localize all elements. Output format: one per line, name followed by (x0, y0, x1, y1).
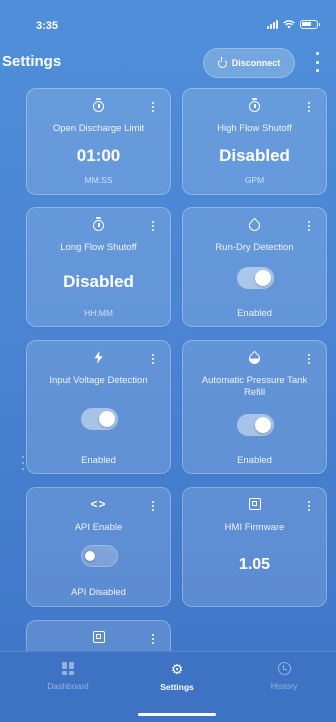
card-value: Disabled (219, 146, 290, 165)
nav-dashboard[interactable]: Dashboard (18, 662, 118, 691)
card-unit: HH:MM (84, 308, 113, 318)
chip-icon (183, 496, 326, 512)
card-title: Run-Dry Detection (215, 242, 294, 253)
history-icon (277, 662, 291, 675)
card-open-discharge-limit[interactable]: Open Discharge Limit 01:00 MM:SS (26, 88, 171, 195)
bottom-navigation: Dashboard ⚙ Settings History (0, 651, 336, 722)
card-title: Automatic Pressure Tank Refill (201, 375, 308, 398)
scroll-handle[interactable] (22, 456, 24, 470)
card-input-voltage-detection[interactable]: Input Voltage Detection Enabled (26, 340, 171, 474)
card-menu-icon[interactable] (307, 501, 311, 511)
disconnect-label: Disconnect (231, 58, 281, 68)
card-menu-icon[interactable] (151, 221, 155, 231)
more-options-icon[interactable] (313, 52, 321, 72)
stopwatch-icon (27, 216, 170, 232)
stopwatch-icon (183, 97, 326, 113)
card-value: Disabled (63, 272, 134, 291)
page-title: Settings (2, 53, 62, 70)
half-drop-icon (183, 349, 326, 366)
card-menu-icon[interactable] (151, 354, 155, 364)
card-menu-icon[interactable] (151, 102, 155, 112)
nav-label: History (270, 681, 298, 691)
stopwatch-icon (27, 97, 170, 113)
card-hmi-firmware[interactable]: HMI Firmware 1.05 (182, 487, 327, 607)
status-bar: 3:35 (0, 0, 336, 44)
automatic-pressure-tank-refill-toggle[interactable] (237, 414, 274, 436)
card-high-flow-shutoff[interactable]: High Flow Shutoff Disabled GPM (182, 88, 327, 195)
card-unit: GPM (244, 175, 265, 185)
input-voltage-detection-toggle[interactable] (81, 408, 118, 430)
gear-icon: ⚙ (170, 661, 184, 677)
card-menu-icon[interactable] (307, 221, 311, 231)
battery-icon (300, 20, 320, 29)
card-title: Input Voltage Detection (49, 375, 148, 386)
card-menu-icon[interactable] (151, 501, 155, 511)
card-api-enable[interactable]: <> API Enable API Disabled (26, 487, 171, 607)
card-value: 1.05 (238, 556, 271, 573)
nav-label: Dashboard (47, 681, 89, 691)
card-automatic-pressure-tank-refill[interactable]: Automatic Pressure Tank Refill Enabled (182, 340, 327, 474)
nav-history[interactable]: History (234, 662, 334, 691)
disconnect-button[interactable]: Disconnect (203, 48, 295, 78)
card-status: API Disabled (71, 587, 126, 598)
card-menu-icon[interactable] (151, 634, 155, 644)
card-menu-icon[interactable] (307, 102, 311, 112)
header: Settings Disconnect (0, 44, 336, 80)
cellular-signal-icon (267, 20, 278, 29)
card-run-dry-detection[interactable]: Run-Dry Detection Enabled (182, 207, 327, 327)
status-time: 3:35 (36, 20, 59, 32)
card-unit: MM:SS (84, 175, 113, 185)
card-status: Enabled (237, 308, 272, 319)
home-indicator (138, 713, 216, 716)
run-dry-detection-toggle[interactable] (237, 267, 274, 289)
card-title: Open Discharge Limit (52, 123, 145, 134)
card-value: 01:00 (76, 146, 121, 165)
nav-label: Settings (160, 682, 194, 692)
nav-settings[interactable]: ⚙ Settings (127, 662, 227, 692)
card-title: Long Flow Shutoff (60, 242, 137, 253)
card-title: API Enable (74, 522, 123, 533)
card-title: HMI Firmware (224, 522, 285, 533)
power-icon (217, 56, 227, 68)
status-icons (267, 20, 320, 29)
card-menu-icon[interactable] (307, 354, 311, 364)
card-long-flow-shutoff[interactable]: Long Flow Shutoff Disabled HH:MM (26, 207, 171, 327)
card-status: Enabled (237, 455, 272, 466)
chip-icon (27, 629, 170, 645)
code-icon: <> (90, 497, 107, 511)
api-enable-toggle[interactable] (81, 545, 118, 567)
card-title: High Flow Shutoff (217, 123, 292, 134)
card-status: Enabled (81, 455, 116, 466)
wifi-icon (283, 20, 295, 29)
dashboard-icon (61, 662, 75, 675)
lightning-icon (27, 349, 170, 365)
water-drop-icon (183, 216, 326, 233)
